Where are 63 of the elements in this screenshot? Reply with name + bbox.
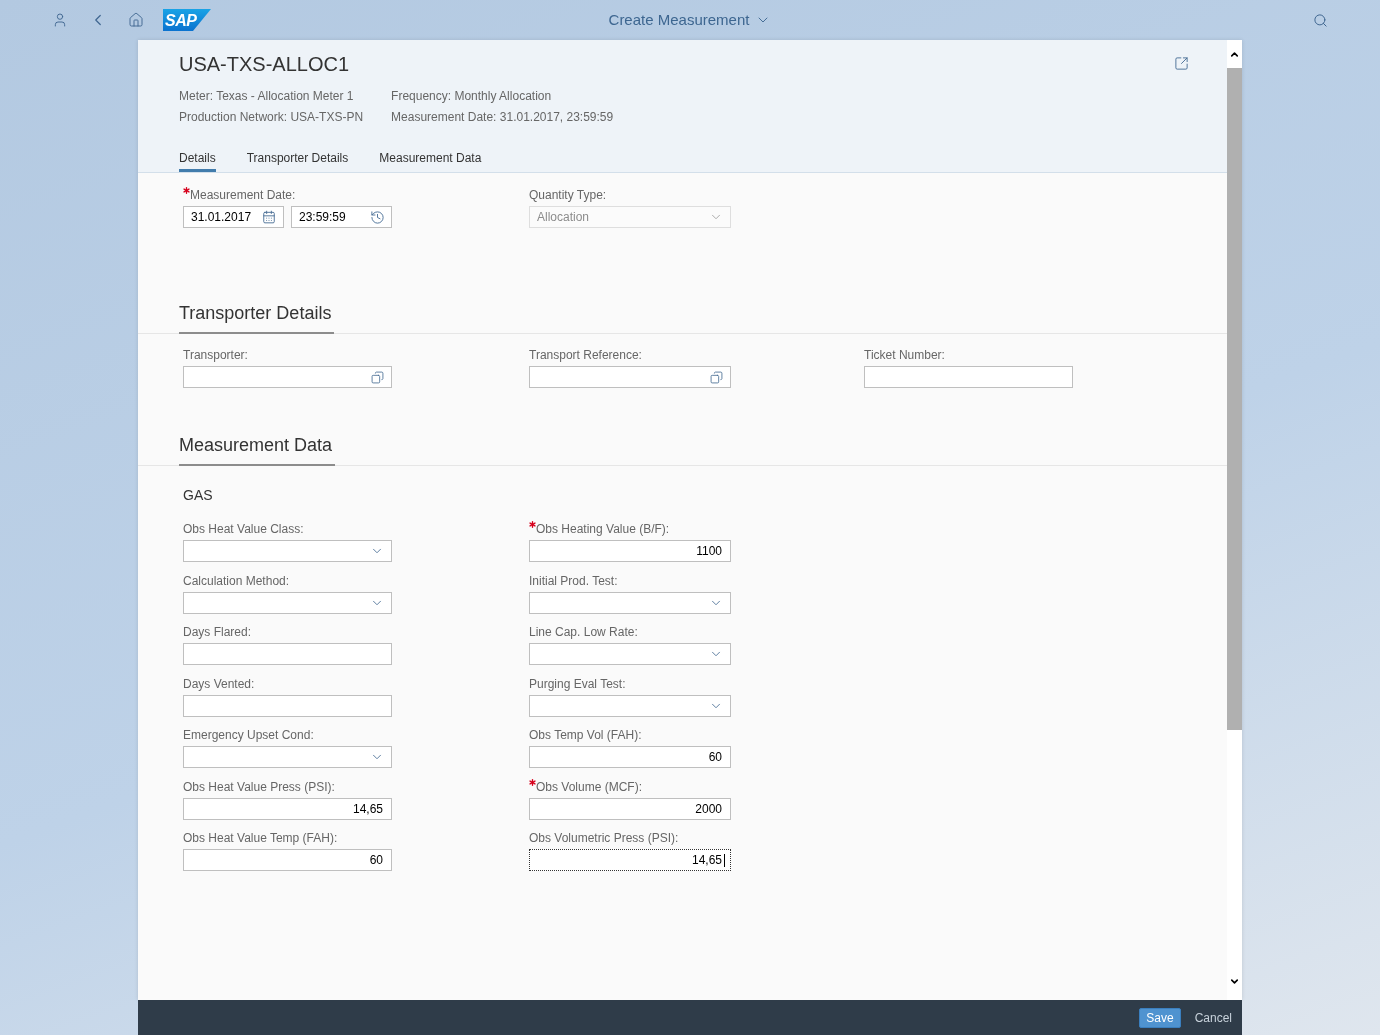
field-label: Transport Reference: (529, 348, 642, 362)
number-input[interactable]: 2000 (529, 797, 731, 820)
time-input[interactable]: 23:59:59 (291, 206, 392, 228)
field-label: Quantity Type: (529, 188, 607, 202)
tab[interactable]: Transporter Details (246, 148, 349, 172)
group-title: GAS (183, 487, 213, 503)
overlapping-squares-icon[interactable] (710, 370, 723, 384)
cancel-button[interactable]: Cancel (1194, 1007, 1232, 1028)
history-clock-icon[interactable] (370, 209, 385, 225)
header-attribute: Measurement Date: 31.01.2017, 23:59:59 (391, 109, 614, 126)
search-icon[interactable] (1313, 12, 1328, 28)
field-label: Obs Heat Value Class: (183, 522, 304, 536)
header-attribute: Frequency: Monthly Allocation (391, 88, 553, 105)
text-input[interactable] (864, 366, 1073, 388)
dropdown-field[interactable] (529, 591, 731, 614)
dropdown-field[interactable] (529, 694, 731, 717)
user-icon[interactable] (52, 12, 68, 28)
field-label: Ticket Number: (864, 348, 945, 362)
home-icon[interactable] (128, 12, 144, 28)
field-label: Emergency Upset Cond: (183, 728, 314, 742)
number-input[interactable]: 60 (529, 746, 731, 768)
scrollbar-thumb[interactable] (1227, 68, 1242, 730)
object-title: USA-TXS-ALLOC1 (179, 52, 351, 76)
section-heading: Transporter Details (179, 302, 335, 334)
field-label: Obs Heat Value Temp (FAH): (183, 831, 338, 845)
field-label: Days Flared: (183, 625, 252, 639)
value-help-field[interactable] (183, 366, 392, 388)
value-help-field[interactable] (529, 366, 731, 388)
tab[interactable]: Details (179, 148, 216, 172)
dropdown-field[interactable] (529, 643, 731, 665)
external-link-icon[interactable] (1174, 56, 1189, 71)
text-input[interactable] (183, 694, 392, 717)
number-input[interactable]: 14,65 (529, 849, 731, 871)
text-input[interactable] (183, 643, 392, 665)
date-input[interactable]: 31.01.2017 (183, 206, 284, 228)
dropdown-field[interactable] (183, 540, 392, 562)
dropdown-field[interactable] (183, 591, 392, 614)
tab[interactable]: Measurement Data (379, 148, 482, 172)
field-label: Obs Heat Value Press (PSI): (183, 779, 335, 794)
scrollbar[interactable] (1227, 40, 1242, 1000)
dropdown-field[interactable] (183, 746, 392, 768)
field-label: Measurement Date: (190, 188, 296, 202)
text-cursor-icon (724, 853, 725, 867)
logo[interactable]: SAP (163, 9, 211, 31)
section-heading: Measurement Data (179, 434, 336, 466)
number-input[interactable]: 60 (183, 849, 392, 871)
overlapping-squares-icon[interactable] (371, 370, 384, 384)
field-label: Purging Eval Test: (529, 676, 626, 691)
field-label: Transporter: (183, 348, 248, 362)
field-label: Obs Heating Value (B/F): (536, 522, 670, 536)
field-label: Calculation Method: (183, 573, 290, 588)
page-title-menu[interactable]: Create Measurement (608, 11, 772, 29)
field-label: Initial Prod. Test: (529, 573, 618, 588)
field-label: Line Cap. Low Rate: (529, 625, 638, 639)
header-attribute: Production Network: USA-TXS-PN (179, 109, 364, 126)
header-attribute: Meter: Texas - Allocation Meter 1 (179, 88, 355, 105)
field-label: Obs Volume (MCF): (536, 779, 643, 794)
calendar-icon[interactable] (262, 210, 276, 224)
number-input[interactable]: 1100 (529, 540, 731, 562)
field-label: Obs Temp Vol (FAH): (529, 728, 642, 742)
field-label: Days Vented: (183, 676, 255, 691)
field-label: Obs Volumetric Press (PSI): (529, 831, 679, 845)
number-input[interactable]: 14,65 (183, 797, 392, 820)
